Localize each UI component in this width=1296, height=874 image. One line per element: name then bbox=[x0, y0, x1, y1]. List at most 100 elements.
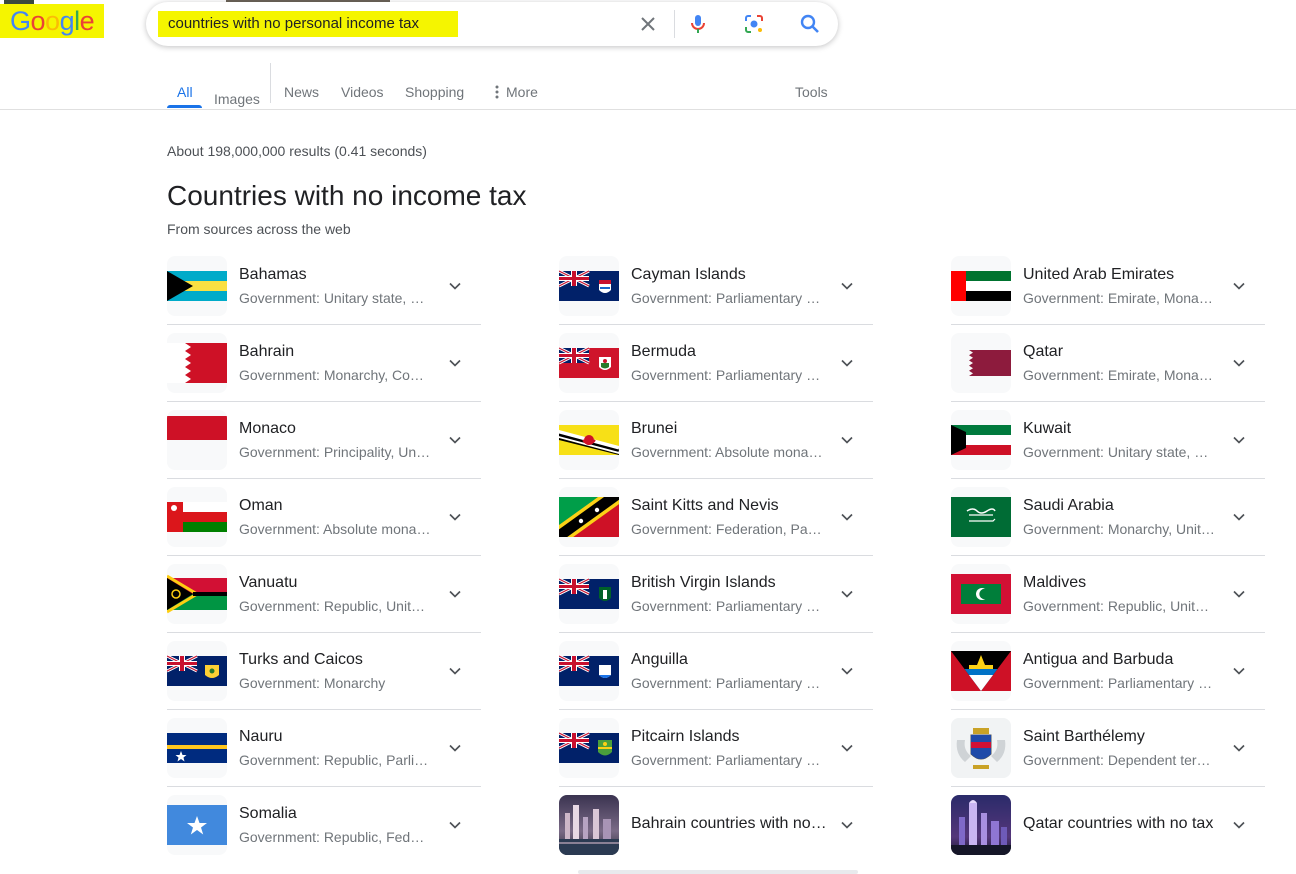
country-name: Turks and Caicos bbox=[239, 651, 363, 668]
country-item-bermuda[interactable]: Bermuda Government: Parliamentary system bbox=[559, 333, 873, 410]
chevron-down-icon[interactable] bbox=[1229, 584, 1249, 604]
chevron-down-icon[interactable] bbox=[1229, 815, 1249, 835]
country-item-british-virgin-islands[interactable]: British Virgin Islands Government: Parli… bbox=[559, 564, 873, 641]
chevron-down-icon[interactable] bbox=[837, 430, 857, 450]
divider bbox=[951, 555, 1265, 556]
divider bbox=[167, 401, 481, 402]
country-item-somalia[interactable]: Somalia Government: Republic, Federation bbox=[167, 795, 481, 872]
chevron-down-icon[interactable] bbox=[837, 738, 857, 758]
country-item-united-arab-emirates[interactable]: United Arab Emirates Government: Emirate… bbox=[951, 256, 1265, 333]
country-government: Government: Unitary state, Parliamentary… bbox=[239, 290, 431, 306]
country-name: Saudi Arabia bbox=[1023, 497, 1114, 514]
divider bbox=[167, 709, 481, 710]
logo-text: Google bbox=[10, 6, 95, 36]
chevron-down-icon[interactable] bbox=[445, 353, 465, 373]
tab-news[interactable]: News bbox=[284, 84, 319, 100]
country-item-antigua-and-barbuda[interactable]: Antigua and Barbuda Government: Parliame… bbox=[951, 641, 1265, 718]
countries-column-2: Cayman Islands Government: Parliamentary… bbox=[559, 256, 873, 872]
chevron-down-icon[interactable] bbox=[445, 738, 465, 758]
chevron-down-icon[interactable] bbox=[837, 507, 857, 527]
country-item-anguilla[interactable]: Anguilla Government: Parliamentary syste… bbox=[559, 641, 873, 718]
chevron-down-icon[interactable] bbox=[445, 276, 465, 296]
tools-button[interactable]: Tools bbox=[795, 84, 828, 100]
tab-videos[interactable]: Videos bbox=[341, 84, 384, 100]
chevron-down-icon[interactable] bbox=[1229, 661, 1249, 681]
chevron-down-icon[interactable] bbox=[1229, 430, 1249, 450]
chevron-down-icon[interactable] bbox=[1229, 276, 1249, 296]
divider bbox=[559, 478, 873, 479]
chevron-down-icon[interactable] bbox=[445, 815, 465, 835]
country-item-monaco[interactable]: Monaco Government: Principality, Unitary… bbox=[167, 410, 481, 487]
country-item-nauru[interactable]: Nauru Government: Republic, Parliamentar… bbox=[167, 718, 481, 795]
country-item-brunei[interactable]: Brunei Government: Absolute monarchy bbox=[559, 410, 873, 487]
country-name: British Virgin Islands bbox=[631, 574, 776, 591]
maldives-flag bbox=[951, 564, 1011, 624]
tab-all[interactable]: All bbox=[177, 84, 193, 100]
chevron-down-icon[interactable] bbox=[445, 430, 465, 450]
related-search-bahrain[interactable]: Bahrain countries with no income tax bbox=[559, 795, 873, 872]
pitcairn-flag bbox=[559, 718, 619, 778]
kuwait-flag bbox=[951, 410, 1011, 470]
country-item-oman[interactable]: Oman Government: Absolute monarchy bbox=[167, 487, 481, 564]
country-item-vanuatu[interactable]: Vanuatu Government: Republic, Unitary st… bbox=[167, 564, 481, 641]
tab-more[interactable]: More bbox=[492, 84, 538, 100]
country-government: Government: Federation, Parliamentary sy… bbox=[631, 521, 823, 537]
close-icon[interactable] bbox=[636, 12, 660, 36]
camera-lens-icon[interactable] bbox=[742, 12, 766, 36]
country-item-bahamas[interactable]: Bahamas Government: Unitary state, Parli… bbox=[167, 256, 481, 333]
divider bbox=[167, 632, 481, 633]
tab-shopping[interactable]: Shopping bbox=[405, 84, 464, 100]
country-name: Oman bbox=[239, 497, 283, 514]
divider bbox=[951, 324, 1265, 325]
search-box[interactable] bbox=[146, 2, 838, 46]
chevron-down-icon[interactable] bbox=[1229, 353, 1249, 373]
tab-more-label: More bbox=[506, 84, 538, 100]
chevron-down-icon[interactable] bbox=[445, 584, 465, 604]
more-results-bar[interactable] bbox=[578, 870, 858, 874]
country-item-qatar[interactable]: Qatar Government: Emirate, Monarchy bbox=[951, 333, 1265, 410]
country-item-maldives[interactable]: Maldives Government: Republic, Unitary s… bbox=[951, 564, 1265, 641]
chevron-down-icon[interactable] bbox=[445, 661, 465, 681]
country-government: Government: Parliamentary system bbox=[1023, 675, 1215, 691]
bermuda-flag bbox=[559, 333, 619, 393]
country-government: Government: Absolute monarchy bbox=[239, 521, 431, 537]
country-item-cayman-islands[interactable]: Cayman Islands Government: Parliamentary… bbox=[559, 256, 873, 333]
divider bbox=[951, 786, 1265, 787]
country-government: Government: Republic, Unitary state bbox=[239, 598, 431, 614]
microphone-icon[interactable] bbox=[686, 12, 710, 36]
divider bbox=[167, 786, 481, 787]
country-name: Brunei bbox=[631, 420, 678, 437]
country-item-pitcairn-islands[interactable]: Pitcairn Islands Government: Parliamenta… bbox=[559, 718, 873, 795]
chevron-down-icon[interactable] bbox=[1229, 507, 1249, 527]
chevron-down-icon[interactable] bbox=[837, 661, 857, 681]
country-item-saudi-arabia[interactable]: Saudi Arabia Government: Monarchy, Unita… bbox=[951, 487, 1265, 564]
saint-kitts-flag bbox=[559, 487, 619, 547]
chevron-down-icon[interactable] bbox=[837, 584, 857, 604]
divider bbox=[559, 632, 873, 633]
chevron-down-icon[interactable] bbox=[1229, 738, 1249, 758]
divider bbox=[167, 478, 481, 479]
country-item-saint-barthelemy[interactable]: Saint Barthélemy Government: Dependent t… bbox=[951, 718, 1265, 795]
qatar-flag bbox=[951, 333, 1011, 393]
search-icon[interactable] bbox=[798, 12, 822, 36]
country-government: Government: Parliamentary system bbox=[631, 598, 823, 614]
country-item-turks-and-caicos[interactable]: Turks and Caicos Government: Monarchy bbox=[167, 641, 481, 718]
chevron-down-icon[interactable] bbox=[445, 507, 465, 527]
vanuatu-flag bbox=[167, 564, 227, 624]
country-government: Government: Parliamentary system bbox=[631, 290, 823, 306]
country-government: Government: Republic, Parliamentary syst… bbox=[239, 752, 431, 768]
country-name: Antigua and Barbuda bbox=[1023, 651, 1174, 668]
chevron-down-icon[interactable] bbox=[837, 353, 857, 373]
chevron-down-icon[interactable] bbox=[837, 276, 857, 296]
related-search-qatar[interactable]: Qatar countries with no tax bbox=[951, 795, 1265, 872]
search-input[interactable] bbox=[168, 15, 458, 32]
chevron-down-icon[interactable] bbox=[837, 815, 857, 835]
country-name: Bahamas bbox=[239, 266, 307, 283]
qatar-city-photo bbox=[951, 795, 1011, 855]
country-item-bahrain[interactable]: Bahrain Government: Monarchy, Constituti… bbox=[167, 333, 481, 410]
country-name: Kuwait bbox=[1023, 420, 1072, 437]
country-item-saint-kitts-and-nevis[interactable]: Saint Kitts and Nevis Government: Federa… bbox=[559, 487, 873, 564]
google-logo[interactable]: Google bbox=[0, 0, 104, 40]
country-item-kuwait[interactable]: Kuwait Government: Unitary state, Monarc… bbox=[951, 410, 1265, 487]
tab-images[interactable]: Images bbox=[214, 91, 260, 107]
